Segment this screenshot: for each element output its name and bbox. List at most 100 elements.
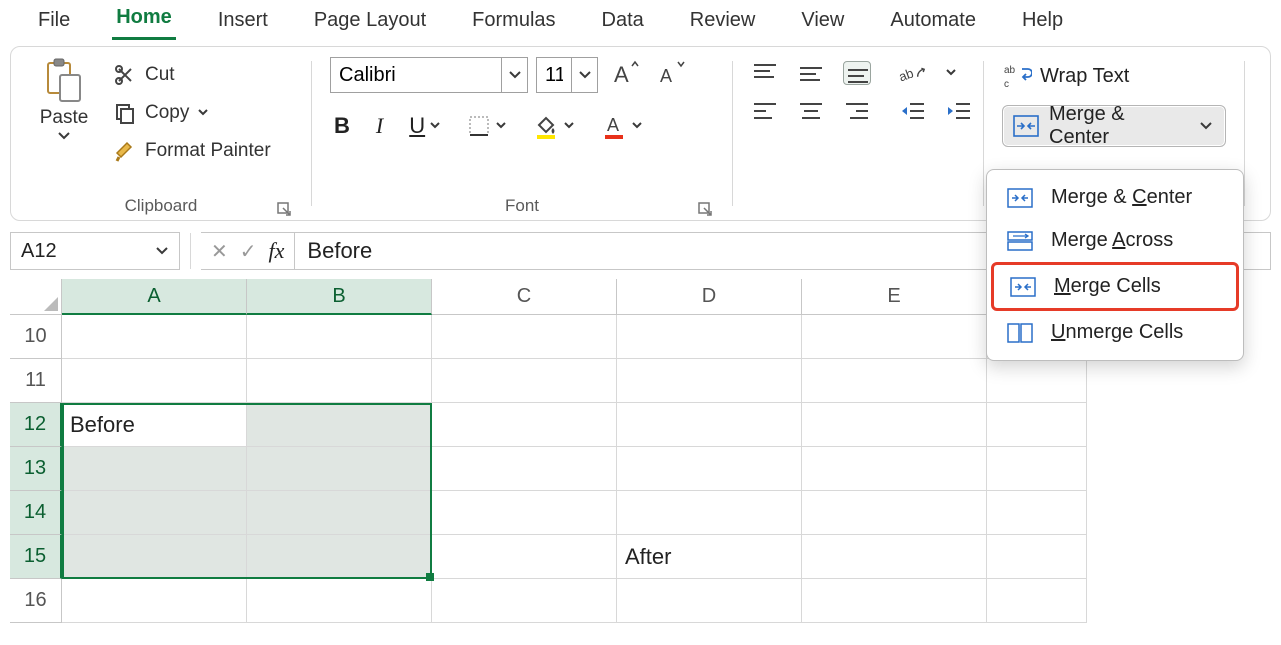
cell[interactable] xyxy=(802,447,987,491)
fill-color-button[interactable] xyxy=(529,111,579,141)
cell[interactable] xyxy=(802,315,987,359)
cell[interactable] xyxy=(802,535,987,579)
row-header[interactable]: 15 xyxy=(10,535,62,579)
increase-font-size-button[interactable]: A xyxy=(606,58,644,92)
cell[interactable] xyxy=(987,403,1087,447)
name-box[interactable]: A12 xyxy=(10,232,180,270)
cell[interactable] xyxy=(247,579,432,623)
cell[interactable] xyxy=(432,491,617,535)
italic-button[interactable]: I xyxy=(372,111,387,141)
menu-unmerge-cells[interactable]: Unmerge Cells xyxy=(991,311,1239,354)
cell[interactable] xyxy=(247,403,432,447)
decrease-font-size-button[interactable]: A xyxy=(652,58,690,92)
tab-view[interactable]: View xyxy=(797,9,848,40)
cell[interactable] xyxy=(432,315,617,359)
cell[interactable] xyxy=(432,403,617,447)
cell[interactable] xyxy=(802,491,987,535)
row-header[interactable]: 13 xyxy=(10,447,62,491)
cell[interactable] xyxy=(62,579,247,623)
cell[interactable] xyxy=(432,447,617,491)
bold-button[interactable]: B xyxy=(330,111,354,141)
merge-center-button[interactable]: Merge & Center xyxy=(1002,105,1226,147)
wrap-text-button[interactable]: abc Wrap Text xyxy=(1002,61,1226,91)
tab-page-layout[interactable]: Page Layout xyxy=(310,9,430,40)
align-right-button[interactable] xyxy=(843,99,871,123)
align-top-button[interactable] xyxy=(751,61,779,85)
cell[interactable] xyxy=(247,447,432,491)
font-name-input[interactable] xyxy=(331,58,501,92)
chevron-down-icon[interactable] xyxy=(57,131,71,141)
cell[interactable] xyxy=(432,579,617,623)
font-size-input[interactable] xyxy=(537,58,571,92)
cell[interactable] xyxy=(432,359,617,403)
cancel-icon[interactable]: ✕ xyxy=(211,239,228,264)
cell[interactable] xyxy=(62,491,247,535)
select-all-corner[interactable] xyxy=(10,279,62,315)
column-header[interactable]: C xyxy=(432,279,617,315)
cell[interactable] xyxy=(62,535,247,579)
dialog-launcher-icon[interactable] xyxy=(698,202,714,218)
cell[interactable]: After xyxy=(617,535,802,579)
format-painter-button[interactable]: Format Painter xyxy=(111,137,273,165)
cell[interactable] xyxy=(617,315,802,359)
chevron-down-icon[interactable] xyxy=(571,58,597,92)
chevron-down-icon[interactable] xyxy=(1199,121,1213,131)
decrease-indent-button[interactable] xyxy=(899,99,927,123)
cell[interactable] xyxy=(617,403,802,447)
cell[interactable] xyxy=(617,447,802,491)
font-name-combo[interactable] xyxy=(330,57,528,93)
row-header[interactable]: 12 xyxy=(10,403,62,447)
cell[interactable] xyxy=(62,447,247,491)
dialog-launcher-icon[interactable] xyxy=(277,202,293,218)
cell[interactable] xyxy=(987,447,1087,491)
cell[interactable] xyxy=(987,491,1087,535)
fx-icon[interactable]: fx xyxy=(269,238,285,264)
cell[interactable] xyxy=(617,579,802,623)
cut-button[interactable]: Cut xyxy=(111,61,273,89)
cell[interactable] xyxy=(617,491,802,535)
enter-icon[interactable]: ✓ xyxy=(240,239,257,264)
row-header[interactable]: 10 xyxy=(10,315,62,359)
row-header[interactable]: 14 xyxy=(10,491,62,535)
tab-file[interactable]: File xyxy=(34,9,74,40)
align-center-button[interactable] xyxy=(797,99,825,123)
menu-merge-center[interactable]: Merge & Center xyxy=(991,176,1239,219)
borders-button[interactable] xyxy=(463,112,511,140)
copy-button[interactable]: Copy xyxy=(111,99,273,127)
tab-home[interactable]: Home xyxy=(112,6,176,40)
font-color-button[interactable]: A xyxy=(597,111,647,141)
cell[interactable] xyxy=(987,579,1087,623)
column-header[interactable]: B xyxy=(247,279,432,315)
tab-help[interactable]: Help xyxy=(1018,9,1067,40)
tab-data[interactable]: Data xyxy=(598,9,648,40)
column-header[interactable]: D xyxy=(617,279,802,315)
align-left-button[interactable] xyxy=(751,99,779,123)
align-bottom-button[interactable] xyxy=(843,61,871,85)
cell[interactable] xyxy=(62,359,247,403)
underline-button[interactable]: U xyxy=(405,111,445,141)
chevron-down-icon[interactable] xyxy=(155,246,169,256)
cell[interactable] xyxy=(987,359,1087,403)
cell[interactable] xyxy=(802,403,987,447)
tab-formulas[interactable]: Formulas xyxy=(468,9,559,40)
cell[interactable] xyxy=(62,315,247,359)
align-middle-button[interactable] xyxy=(797,61,825,85)
cell[interactable] xyxy=(247,491,432,535)
cell[interactable] xyxy=(802,579,987,623)
column-header[interactable]: E xyxy=(802,279,987,315)
orientation-button[interactable]: ab xyxy=(899,61,927,85)
cell[interactable] xyxy=(247,359,432,403)
menu-merge-cells[interactable]: Merge Cells xyxy=(991,262,1239,311)
cell[interactable]: Before xyxy=(62,403,247,447)
cell[interactable] xyxy=(987,535,1087,579)
font-size-combo[interactable] xyxy=(536,57,598,93)
menu-merge-across[interactable]: Merge Across xyxy=(991,219,1239,262)
tab-review[interactable]: Review xyxy=(686,9,760,40)
paste-button[interactable]: Paste xyxy=(29,57,99,141)
tab-automate[interactable]: Automate xyxy=(886,9,980,40)
chevron-down-icon[interactable] xyxy=(945,68,957,78)
chevron-down-icon[interactable] xyxy=(197,108,209,118)
cell[interactable] xyxy=(247,535,432,579)
cell[interactable] xyxy=(617,359,802,403)
row-header[interactable]: 11 xyxy=(10,359,62,403)
